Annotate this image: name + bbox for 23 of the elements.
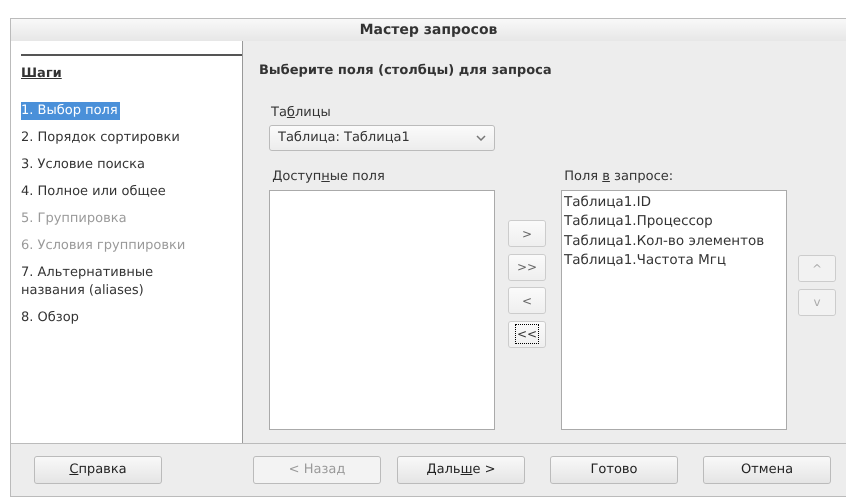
field-label: Поля в запросе: [564, 168, 674, 186]
available-fields-list[interactable] [269, 190, 495, 430]
window-title: Мастер запросов [360, 20, 498, 40]
step-item[interactable]: 3. Условие поиска [21, 156, 147, 174]
dialog-button[interactable]: Справка [34, 456, 162, 484]
step-item[interactable]: 2. Порядок сортировки [21, 128, 182, 146]
move-button[interactable]: > [508, 220, 546, 247]
table-dropdown[interactable]: Таблица: Таблица1 [269, 125, 495, 151]
step-item[interactable]: 4. Полное или общее [21, 182, 168, 200]
step-item[interactable]: 8. Обзор [21, 308, 81, 326]
move-button[interactable]: << [508, 320, 546, 348]
move-button[interactable]: >> [508, 254, 546, 280]
dialog-button[interactable]: Отмена [703, 456, 831, 484]
chevron-icon [476, 135, 486, 141]
dialog-button[interactable]: Готово [550, 456, 678, 484]
query-fields-list[interactable]: Таблица1.ID Таблица1.Процессор Таблица1.Кол-во элементов Таблица1.Частота Мгц [561, 190, 787, 430]
dialog-button[interactable]: Дальше > [397, 456, 525, 484]
move-button[interactable]: < [508, 287, 546, 314]
field-label: Доступные поля [272, 168, 386, 186]
page-heading: Выберите поля (столбцы) для запроса [259, 62, 553, 80]
field-label: Таблицы [271, 104, 332, 122]
step-item[interactable]: 7. Альтернативные названия (aliases) [21, 264, 221, 300]
steps-heading: Шаги [21, 65, 62, 83]
